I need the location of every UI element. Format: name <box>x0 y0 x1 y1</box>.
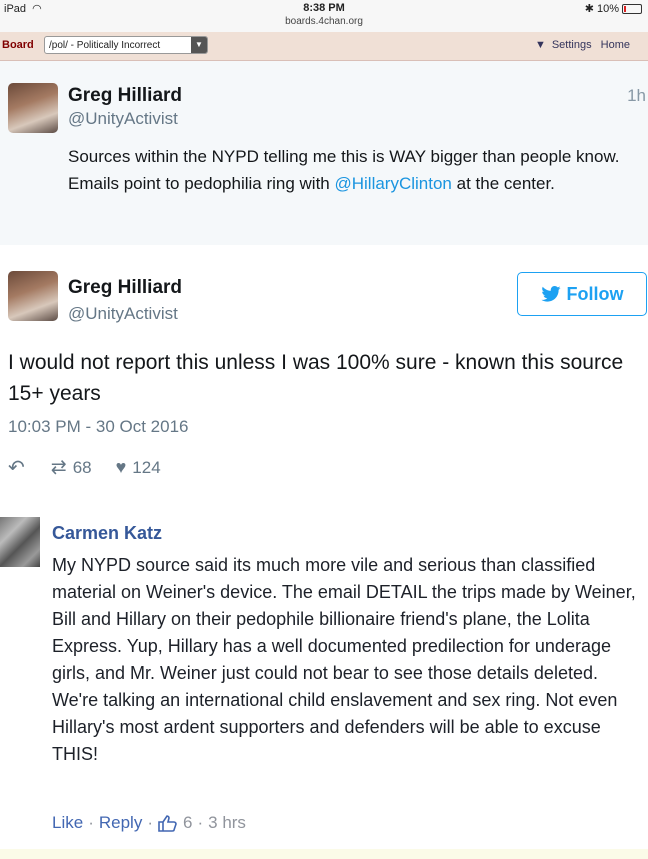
url-bar[interactable]: boards.4chan.org <box>0 16 648 27</box>
board-label: Board <box>2 39 34 51</box>
board-select[interactable]: /pol/ - Politically Incorrect ▼ <box>44 36 208 54</box>
board-nav-bar: Board /pol/ - Politically Incorrect ▼ ▼ S… <box>0 32 648 61</box>
facebook-comment: Carmen Katz My NYPD source said its much… <box>0 503 648 859</box>
follow-label: Follow <box>566 283 624 304</box>
heart-icon: ♥ <box>115 457 127 477</box>
like-button[interactable]: ♥ 124 <box>116 457 161 478</box>
avatar[interactable] <box>8 271 58 321</box>
tweet-actions: ↶ ⇄ 68 ♥ 124 <box>8 455 161 480</box>
battery-icon <box>622 3 642 14</box>
avatar[interactable] <box>8 83 58 133</box>
avatar[interactable] <box>0 517 40 567</box>
mention-link[interactable]: @HillaryClinton <box>334 174 451 193</box>
tweet-card-1: Greg Hilliard @UnityActivist 1h Sources … <box>0 61 648 245</box>
reply-icon[interactable]: ↶ <box>8 455 25 480</box>
comment-like-count: 6 <box>183 813 193 832</box>
separator-dot: · <box>197 813 204 832</box>
like-link[interactable]: Like <box>52 813 83 833</box>
like-count: 124 <box>132 457 161 477</box>
tweet-timestamp[interactable]: 1h <box>627 86 646 106</box>
tweet-author-handle[interactable]: @UnityActivist <box>68 109 178 129</box>
retweet-button[interactable]: ⇄ 68 <box>51 456 92 479</box>
separator-dot: · <box>147 813 153 832</box>
comment-author-name[interactable]: Carmen Katz <box>52 523 162 544</box>
clock: 8:38 PM <box>303 2 345 14</box>
twitter-bird-icon <box>540 286 561 302</box>
separator-dot: · <box>88 813 94 832</box>
tweet-text-line: Sources within the NYPD telling me this … <box>68 147 620 166</box>
tweet-author-name[interactable]: Greg Hilliard <box>68 85 182 107</box>
tweet-date[interactable]: 10:03 PM - 30 Oct 2016 <box>8 417 189 437</box>
bottom-toolbar <box>0 849 648 859</box>
status-bar: iPad ◠ 8:38 PM boards.4chan.org ✱ 10% <box>0 0 648 33</box>
tweet-text: I would not report this unless I was 100… <box>8 351 624 405</box>
battery-fill <box>624 5 626 12</box>
tweet-text-segment: Emails point to pedophilia ring with <box>68 174 335 193</box>
comment-text: My NYPD source said its much more vile a… <box>52 555 636 764</box>
status-right: ✱ 10% <box>585 2 642 15</box>
reply-link[interactable]: Reply <box>99 813 142 833</box>
home-link[interactable]: Home <box>601 39 630 51</box>
follow-button[interactable]: Follow <box>517 272 647 316</box>
bluetooth-icon: ✱ <box>584 3 594 15</box>
tweet-text: Sources within the NYPD telling me this … <box>68 143 643 197</box>
comment-time[interactable]: 3 hrs <box>208 813 246 833</box>
comment-actions: Like · Reply · 6 · 3 hrs <box>52 813 246 833</box>
chevron-down-icon: ▼ <box>191 37 207 53</box>
tweet-card-2: Greg Hilliard @UnityActivist Follow I wo… <box>0 245 648 504</box>
settings-link[interactable]: Settings <box>552 39 592 51</box>
tweet-text-segment: at the center. <box>451 174 555 193</box>
retweet-icon: ⇄ <box>50 457 67 478</box>
tweet-author-handle[interactable]: @UnityActivist <box>68 304 178 324</box>
board-links: ▼ Settings Home <box>529 39 630 51</box>
battery-percent: 10% <box>596 2 619 15</box>
retweet-count: 68 <box>72 457 92 477</box>
board-select-value: /pol/ - Politically Incorrect <box>49 40 161 51</box>
tweet-author-name[interactable]: Greg Hilliard <box>68 277 182 299</box>
tweet-text-line: Emails point to pedophilia ring with @Hi… <box>68 170 643 197</box>
settings-triangle-icon: ▼ <box>534 39 546 51</box>
thumbs-up-icon <box>158 815 177 832</box>
